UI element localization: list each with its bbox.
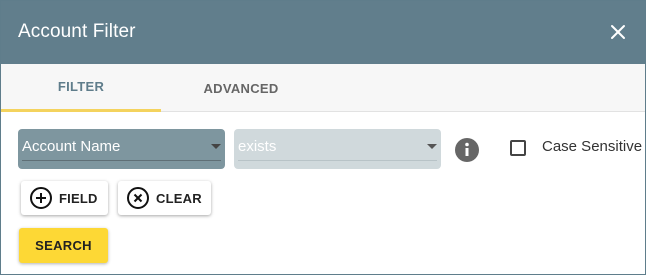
dialog-title: Account Filter — [18, 21, 136, 42]
close-icon[interactable] — [607, 21, 629, 43]
case-sensitive-label: Case Sensitive — [542, 138, 643, 155]
chevron-down-icon — [211, 144, 221, 149]
tab-bar: FILTER ADVANCED — [1, 64, 645, 112]
info-icon[interactable] — [454, 137, 480, 163]
clear-button[interactable]: CLEAR — [118, 181, 211, 215]
search-button[interactable]: SEARCH — [19, 228, 108, 263]
field-select-underline — [22, 160, 221, 161]
operator-select-underline — [238, 160, 437, 161]
case-sensitive-checkbox[interactable] — [510, 140, 526, 156]
dialog-header: Account Filter — [1, 1, 645, 64]
tab-filter[interactable]: FILTER — [1, 64, 161, 112]
field-select[interactable]: Account Name — [18, 129, 225, 169]
tab-advanced[interactable]: ADVANCED — [161, 64, 321, 112]
clear-circle-icon — [127, 187, 149, 209]
account-filter-dialog: Account Filter FILTER ADVANCED Account N… — [0, 0, 646, 275]
operator-select[interactable]: exists — [234, 129, 441, 169]
add-circle-icon — [30, 187, 52, 209]
operator-select-value: exists — [238, 138, 277, 155]
field-select-value: Account Name — [22, 138, 121, 155]
chevron-down-icon — [427, 144, 437, 149]
clear-label: CLEAR — [156, 190, 202, 206]
add-field-label: FIELD — [59, 190, 98, 206]
add-field-button[interactable]: FIELD — [21, 181, 108, 215]
